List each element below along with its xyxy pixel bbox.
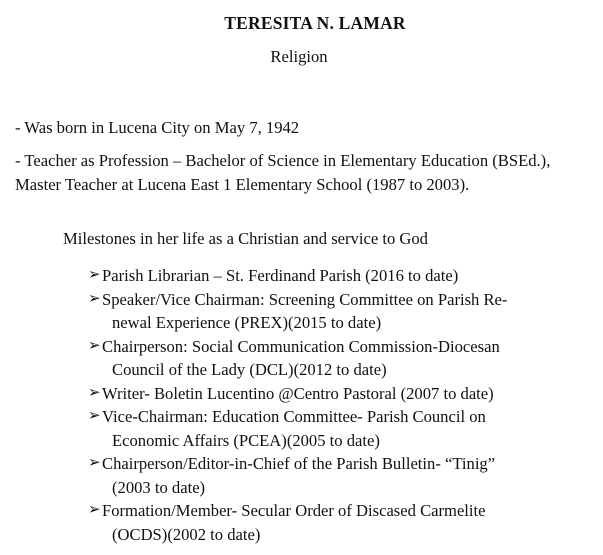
section-subtitle: Religion [270, 47, 328, 66]
arrowhead-bullet-icon: ➢ [88, 408, 101, 424]
list-item-text: Formation/Member- Secular Order of Disca… [102, 501, 486, 520]
list-item: ➢ Parish Librarian – St. Ferdinand Paris… [88, 264, 583, 288]
list-item: ➢ Chairperson/Editor-in-Chief of the Par… [88, 452, 583, 499]
arrowhead-bullet-icon: ➢ [88, 267, 101, 283]
list-item-text: Chairperson: Social Communication Commis… [102, 336, 500, 356]
list-item: ➢ Formation/Member- Secular Order of Dis… [88, 499, 583, 546]
milestones-list: ➢ Parish Librarian – St. Ferdinand Paris… [88, 264, 583, 546]
list-item-text-continued: Council of the Lady (DCL)(2012 to date) [112, 360, 387, 379]
list-item-text-continued: Economic Affairs (PCEA)(2005 to date) [112, 430, 380, 450]
list-item-text: Writer- Boletin Lucentino @Centro Pastor… [102, 383, 494, 403]
arrowhead-bullet-icon: ➢ [88, 502, 101, 518]
arrowhead-bullet-icon: ➢ [88, 384, 101, 401]
arrowhead-bullet-icon: ➢ [88, 455, 101, 471]
list-item-text-continued: (2003 to date) [112, 477, 206, 497]
list-item-text-continued: (OCDS)(2002 to date) [112, 524, 261, 544]
arrowhead-bullet-icon: ➢ [88, 337, 101, 354]
profession-paragraph: - Teacher as Profession – Bachelor of Sc… [15, 151, 551, 194]
list-item: ➢ Speaker/Vice Chairman: Screening Commi… [88, 288, 583, 335]
list-item: ➢ Chairperson: Social Communication Comm… [88, 335, 583, 382]
list-item-text: Speaker/Vice Chairman: Screening Committ… [102, 289, 508, 309]
document-page: TERESITA N. LAMAR Religion - Was born in… [0, 0, 603, 555]
person-name-title: TERESITA N. LAMAR [224, 13, 406, 33]
list-item-text: Chairperson/Editor-in-Chief of the Paris… [102, 454, 496, 473]
list-item-text: Vice-Chairman: Education Committee- Pari… [102, 407, 486, 426]
list-item: ➢ Writer- Boletin Lucentino @Centro Past… [88, 382, 583, 406]
list-item: ➢ Vice-Chairman: Education Committee- Pa… [88, 405, 583, 452]
milestones-heading: Milestones in her life as a Christian an… [63, 229, 428, 248]
arrowhead-bullet-icon: ➢ [88, 290, 101, 307]
list-item-text-continued: newal Experience (PREX)(2015 to date) [112, 313, 382, 332]
list-item-text: Parish Librarian – St. Ferdinand Parish … [102, 266, 459, 285]
birth-paragraph: - Was born in Lucena City on May 7, 1942 [15, 118, 300, 137]
